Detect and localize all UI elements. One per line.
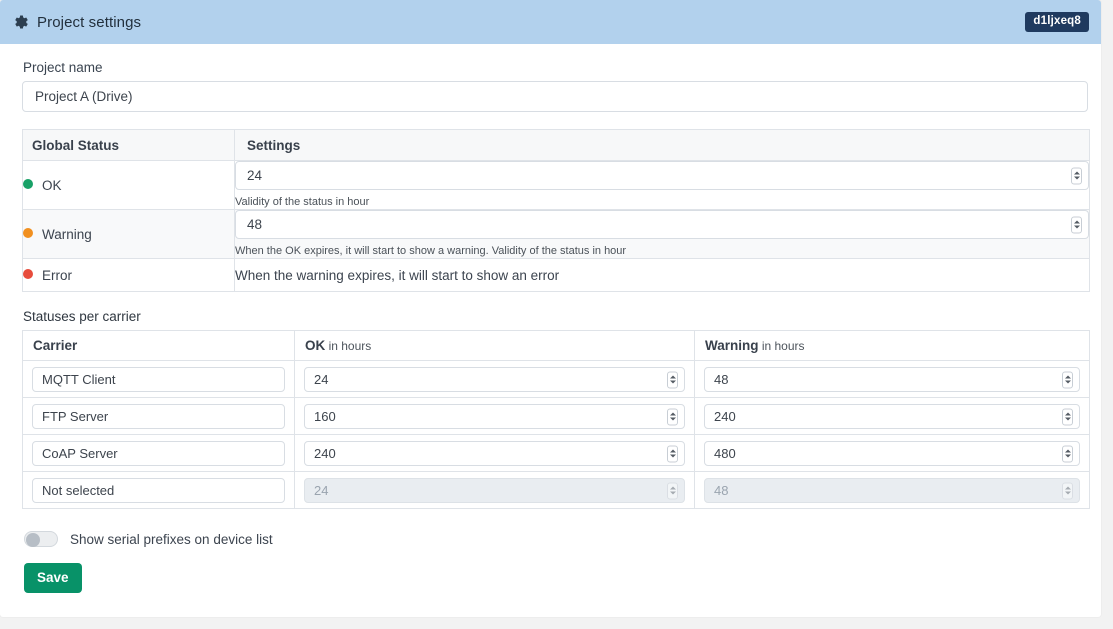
carrier-warning-stepper[interactable] [1062, 408, 1073, 426]
col-ok-light: in hours [325, 339, 372, 354]
carrier-warning-stepper-disabled [1062, 482, 1073, 500]
carrier-warning-field [704, 367, 1080, 393]
carrier-ok-field [304, 441, 685, 467]
carrier-ok-stepper[interactable] [667, 371, 678, 389]
serial-prefix-toggle-label: Show serial prefixes on device list [70, 531, 273, 547]
project-name-label: Project name [23, 60, 103, 75]
ok-validity-field [235, 161, 1089, 190]
carrier-ok-input[interactable] [304, 404, 685, 430]
carrier-name-cell [22, 397, 295, 436]
table-row [22, 434, 1090, 473]
status-text-warning: Warning [42, 226, 92, 242]
carrier-warning-input-disabled [704, 478, 1080, 504]
carrier-ok-input[interactable] [304, 441, 685, 467]
carrier-warning-cell [694, 397, 1090, 436]
carrier-warning-stepper[interactable] [1062, 445, 1073, 463]
col-carrier: Carrier [22, 330, 295, 362]
status-label-warning: Warning [22, 209, 235, 260]
carrier-warning-stepper[interactable] [1062, 371, 1073, 389]
ok-validity-stepper[interactable] [1071, 167, 1082, 184]
col-warning-strong: Warning [705, 338, 759, 354]
status-label-ok: OK [22, 159, 235, 211]
carrier-ok-stepper[interactable] [667, 445, 678, 463]
warning-validity-field [235, 210, 1089, 240]
carrier-warning-input[interactable] [704, 367, 1080, 393]
carrier-warning-field [704, 478, 1080, 504]
ok-validity-input[interactable] [235, 161, 1089, 190]
carrier-ok-stepper-disabled [667, 482, 678, 500]
carrier-ok-cell [294, 360, 695, 399]
global-status-table: Global Status Settings OK 24 Validity of… [22, 129, 1090, 293]
col-global-status: Global Status [22, 129, 235, 161]
toggle-knob [26, 533, 40, 548]
col-ok-strong: OK [305, 338, 326, 354]
project-name-input[interactable] [22, 81, 1088, 112]
carrier-name-input[interactable] [32, 404, 285, 430]
warning-validity-stepper[interactable] [1071, 216, 1082, 234]
save-button[interactable]: Save [24, 563, 82, 594]
carrier-name-input[interactable] [32, 478, 285, 504]
carriers-header-row: Carrier OK in hours Warning in hours [22, 330, 1090, 362]
carrier-ok-input-disabled [304, 478, 685, 504]
carriers-section-label: Statuses per carrier [23, 309, 141, 325]
carrier-ok-cell [294, 434, 695, 473]
carrier-name-cell [22, 360, 295, 399]
status-dot-warning [23, 227, 33, 238]
settings-card: Project settings d1ljxeq8 Project name G… [0, 0, 1101, 617]
gear-icon [14, 15, 29, 30]
carrier-warning-input[interactable] [704, 404, 1080, 430]
carrier-warning-field [704, 404, 1080, 430]
carrier-warning-cell [694, 360, 1090, 399]
serial-prefix-toggle[interactable] [24, 531, 58, 548]
warning-validity-input[interactable] [235, 210, 1089, 240]
carrier-warning-cell [694, 471, 1090, 510]
carrier-name-input[interactable] [32, 367, 285, 393]
col-ok-hours: OK in hours [294, 330, 695, 362]
carrier-name-cell [22, 434, 295, 473]
carrier-ok-cell [294, 397, 695, 436]
global-status-row-warning: Warning When the OK expires, it will sta… [22, 209, 1090, 260]
page-root: Project settings d1ljxeq8 Project name G… [0, 0, 1113, 629]
col-warning-hours: Warning in hours [694, 330, 1090, 362]
status-text-ok: OK [42, 177, 62, 193]
carriers-table: Carrier OK in hours Warning in hours [22, 330, 1090, 510]
page-title: Project settings [37, 13, 142, 31]
status-dot-error [23, 268, 33, 279]
settings-body: Project name Global Status Settings OK [0, 44, 1101, 594]
col-warning-light: in hours [758, 339, 805, 354]
carrier-ok-field [304, 367, 685, 393]
carrier-ok-cell [294, 471, 695, 510]
titlebar-left: Project settings [14, 14, 1025, 31]
warning-validity-helper: When the OK expires, it will start to sh… [235, 245, 627, 258]
global-status-header-row: Global Status Settings [22, 129, 1090, 161]
col-carrier-strong: Carrier [33, 338, 78, 354]
carrier-warning-field [704, 441, 1080, 467]
status-dot-ok [23, 178, 33, 189]
setting-cell-warning: When the OK expires, it will start to sh… [234, 209, 1090, 260]
ok-validity-helper: Validity of the status in hour [235, 196, 370, 208]
serial-prefix-toggle-row: Show serial prefixes on device list [24, 531, 1089, 548]
carrier-name-cell [22, 471, 295, 510]
titlebar: Project settings d1ljxeq8 [0, 0, 1101, 44]
table-row [22, 397, 1090, 436]
col-settings: Settings [234, 129, 1090, 161]
carrier-ok-field [304, 478, 685, 504]
global-status-row-ok: OK Validity of the status in hour [22, 159, 1090, 211]
table-row [22, 360, 1090, 399]
table-row [22, 471, 1090, 510]
status-text-error: Error [42, 267, 72, 283]
carrier-warning-input[interactable] [704, 441, 1080, 467]
carrier-ok-input[interactable] [304, 367, 685, 393]
global-status-row-error: Error When the warning expires, it will … [22, 258, 1090, 293]
carrier-name-input[interactable] [32, 441, 285, 467]
carrier-warning-cell [694, 434, 1090, 473]
status-label-error: Error [22, 258, 235, 293]
carrier-ok-field [304, 404, 685, 430]
project-id-badge: d1ljxeq8 [1025, 11, 1089, 33]
carrier-ok-stepper[interactable] [667, 408, 678, 426]
setting-cell-ok: Validity of the status in hour [234, 159, 1090, 211]
error-description: When the warning expires, it will start … [234, 258, 1090, 293]
